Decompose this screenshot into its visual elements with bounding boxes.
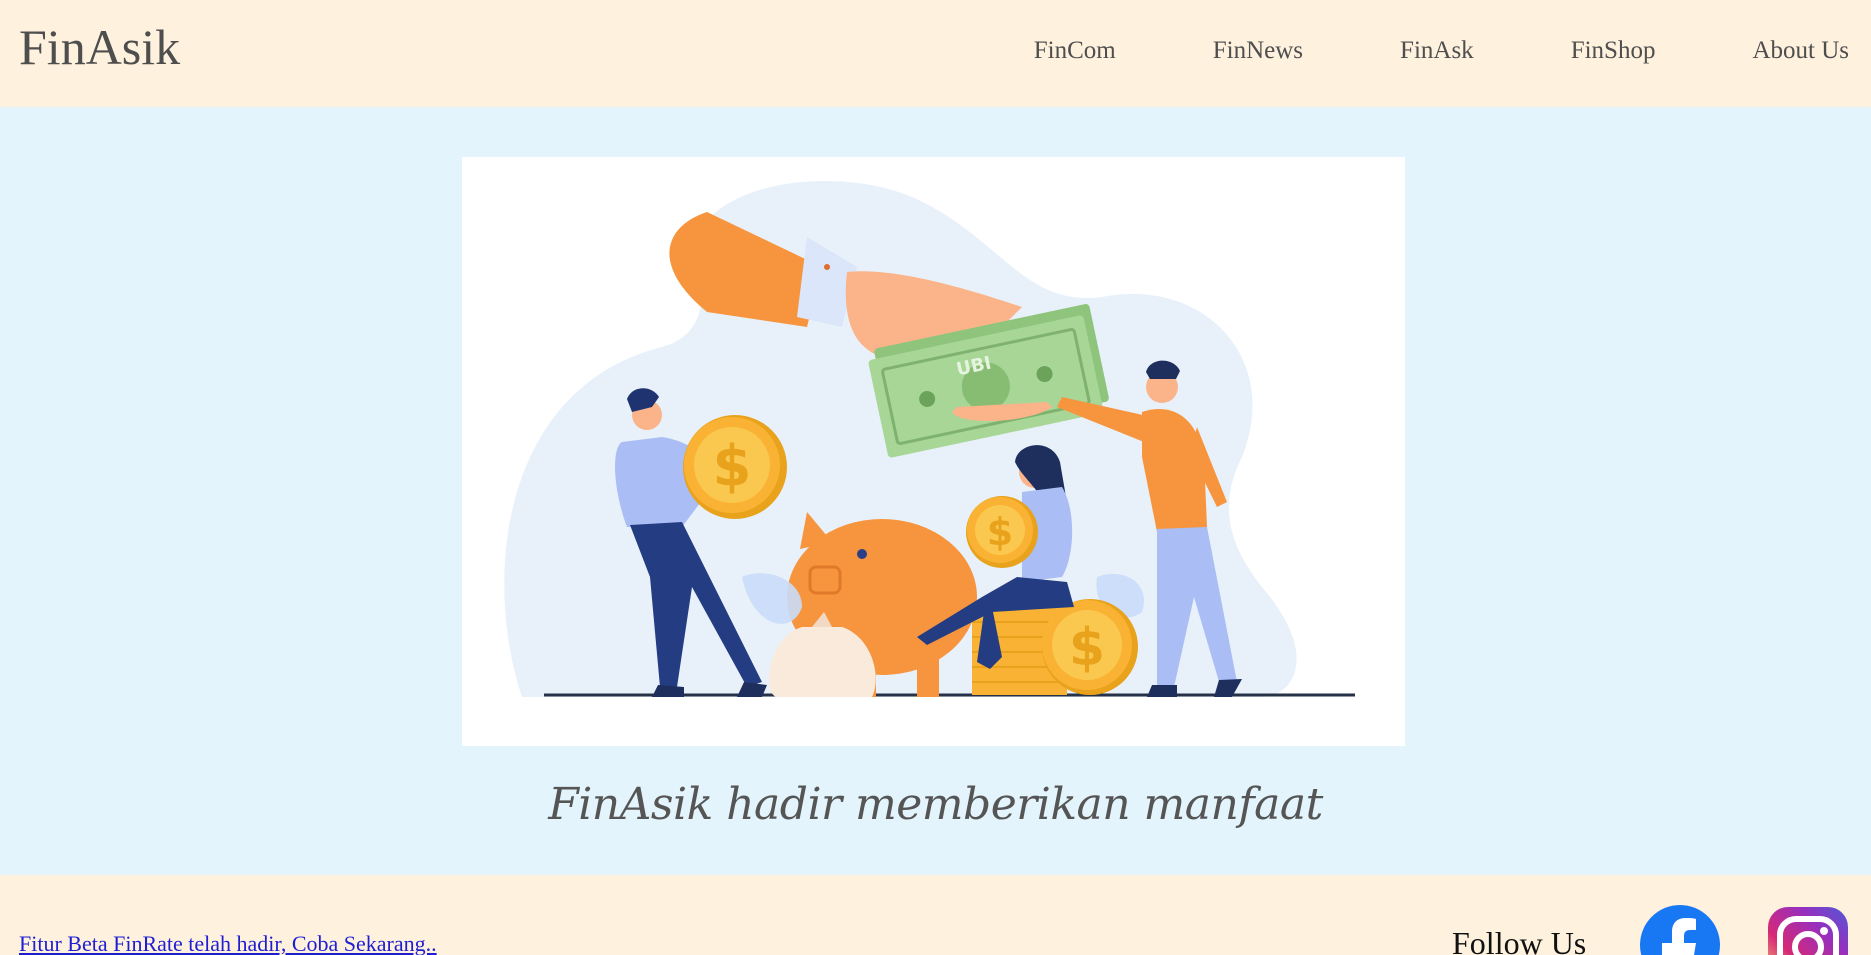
hero-section: UBI $ $ $ FinAsik hadir memberikan manfa… — [0, 107, 1871, 875]
svg-text:$: $ — [987, 510, 1013, 554]
main-nav: FinCom FinNews FinAsk FinShop About Us — [1034, 36, 1849, 66]
savings-illustration: UBI $ $ $ — [504, 181, 1355, 697]
svg-text:$: $ — [713, 434, 752, 499]
finrate-beta-link[interactable]: Fitur Beta FinRate telah hadir, Coba Sek… — [19, 931, 437, 955]
top-header: FinAsik FinCom FinNews FinAsk FinShop Ab… — [0, 0, 1871, 107]
facebook-icon[interactable] — [1640, 905, 1720, 955]
instagram-icon[interactable] — [1768, 907, 1848, 955]
hero-tagline: FinAsik hadir memberikan manfaat — [548, 779, 1323, 830]
nav-finshop[interactable]: FinShop — [1571, 36, 1656, 66]
nav-about-us[interactable]: About Us — [1752, 36, 1849, 66]
nav-fincom[interactable]: FinCom — [1034, 36, 1116, 66]
svg-text:$: $ — [1069, 618, 1105, 678]
nav-finask[interactable]: FinAsk — [1400, 36, 1474, 66]
follow-us-label: Follow Us — [1452, 925, 1587, 955]
brand-logo[interactable]: FinAsik — [19, 22, 180, 72]
hero-illustration: UBI $ $ $ — [462, 157, 1405, 746]
footer: Fitur Beta FinRate telah hadir, Coba Sek… — [0, 875, 1871, 955]
nav-finnews[interactable]: FinNews — [1213, 36, 1303, 66]
